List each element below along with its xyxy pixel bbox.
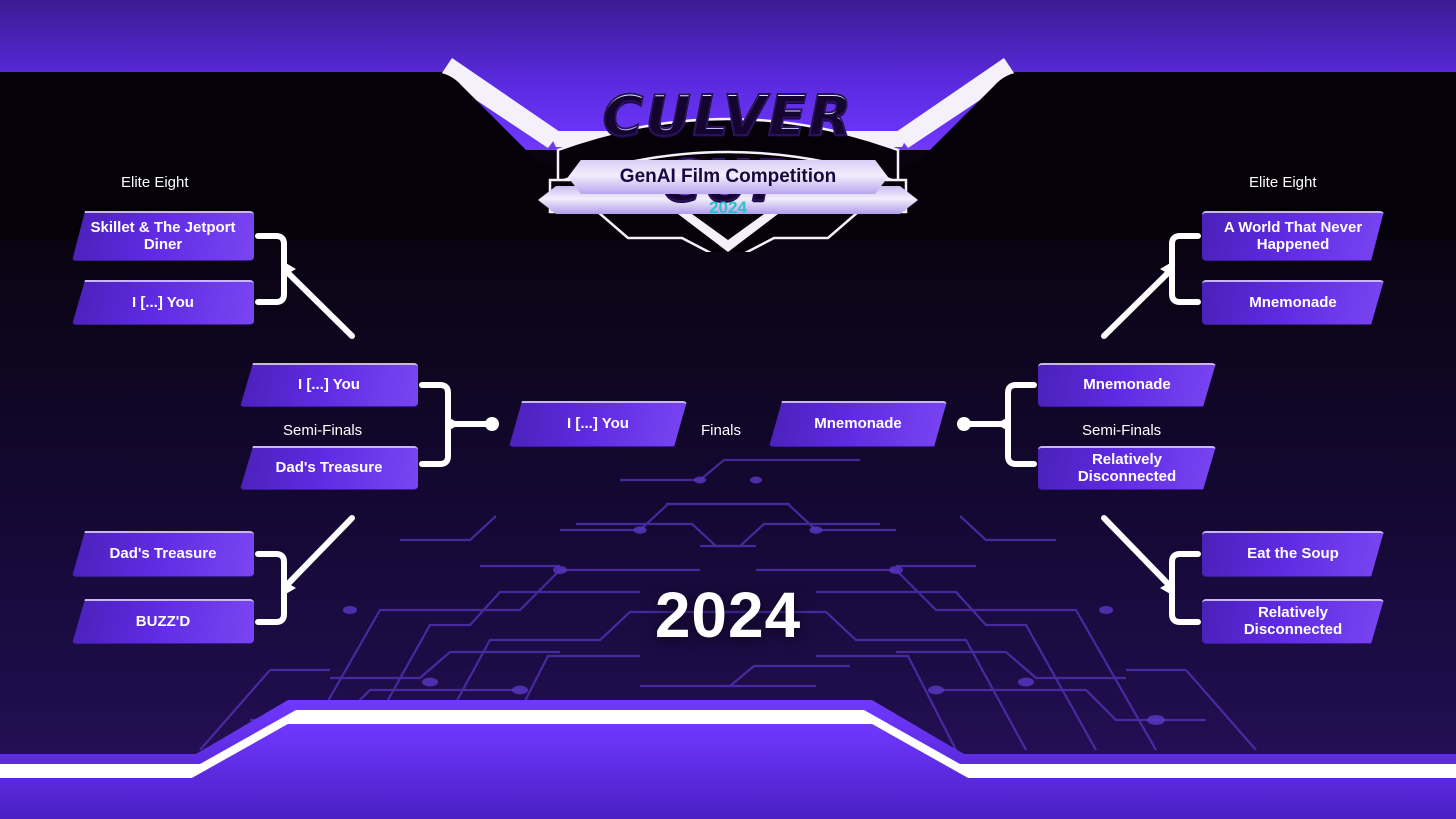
bracket-entry-left-ee-2[interactable]: I [...] You [72,280,254,325]
bracket-stage: CULVER CUP GenAI Film Competition 2024 [0,0,1456,819]
label-finals: Finals [701,422,742,439]
bracket-entry-right-ee-1[interactable]: A World That Never Happened [1202,211,1384,261]
bracket-entry-left-sf-2[interactable]: Dad's Treasure [240,446,418,490]
center-year: 2024 [654,579,802,651]
label-elite-eight-right: Elite Eight [1249,174,1317,191]
bracket-entry-right-final[interactable]: Mnemonade [769,401,947,447]
bracket-entry-right-sf-1[interactable]: Mnemonade [1038,363,1216,407]
finals-connector-dot-left [485,417,499,431]
label-semi-finals-right: Semi-Finals [1082,422,1162,439]
label-elite-eight-left: Elite Eight [121,174,189,191]
culver-cup-logo: CULVER CUP GenAI Film Competition 2024 [528,62,928,252]
logo-subtitle: GenAI Film Competition [619,166,837,187]
logo-year: 2024 [709,198,747,217]
label-semi-finals-left: Semi-Finals [283,422,363,439]
logo-title: CULVER CUP [528,83,928,215]
bracket-entry-left-ee-1[interactable]: Skillet & The Jetport Diner [72,211,254,261]
bracket-entry-left-final[interactable]: I [...] You [509,401,687,447]
bracket-entry-left-sf-1[interactable]: I [...] You [240,363,418,407]
finals-connector-dot-right [957,417,971,431]
bracket-entry-right-sf-2[interactable]: Relatively Disconnected [1038,446,1216,490]
bracket-entry-right-ee-2[interactable]: Mnemonade [1202,280,1384,325]
bracket-entry-left-ee-3[interactable]: Dad's Treasure [72,531,254,577]
logo-subtitle-ribbon: GenAI Film Competition [568,160,888,194]
bracket-entry-right-ee-3[interactable]: Eat the Soup [1202,531,1384,577]
